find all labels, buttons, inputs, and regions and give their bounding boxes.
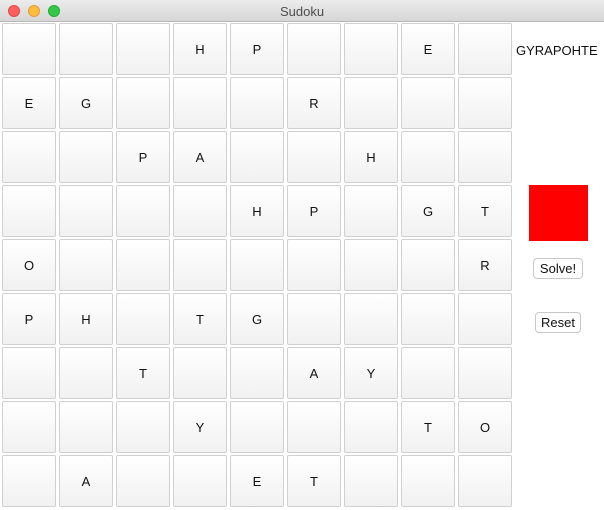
letter-set-label: GYRAPOHTE	[516, 43, 598, 58]
board-cell[interactable]	[458, 131, 512, 183]
board-cell[interactable]	[59, 347, 113, 399]
board-cell[interactable]	[173, 185, 227, 237]
board-cell[interactable]	[458, 23, 512, 75]
board-cell[interactable]	[458, 455, 512, 507]
reset-button[interactable]: Reset	[535, 312, 581, 333]
board-cell[interactable]: T	[287, 455, 341, 507]
board-cell[interactable]	[344, 23, 398, 75]
board-cell[interactable]	[116, 455, 170, 507]
solve-button[interactable]: Solve!	[533, 258, 583, 279]
board-cell[interactable]	[401, 131, 455, 183]
board-cell[interactable]	[287, 401, 341, 453]
board-cell[interactable]	[116, 401, 170, 453]
board-cell[interactable]	[401, 347, 455, 399]
board-cell[interactable]	[458, 77, 512, 129]
board-cell[interactable]: E	[401, 23, 455, 75]
board-cell[interactable]	[2, 347, 56, 399]
board-cell[interactable]	[230, 131, 284, 183]
board-cell[interactable]: H	[230, 185, 284, 237]
board-cell[interactable]	[401, 293, 455, 345]
board-cell[interactable]: H	[59, 293, 113, 345]
board-cell[interactable]	[287, 293, 341, 345]
board-cell[interactable]: A	[59, 455, 113, 507]
board-cell[interactable]	[116, 239, 170, 291]
board-cell[interactable]: P	[287, 185, 341, 237]
window-title: Sudoku	[279, 4, 325, 19]
board-cell[interactable]: P	[230, 23, 284, 75]
board-cell[interactable]	[2, 23, 56, 75]
board-cell[interactable]	[344, 77, 398, 129]
board-cell[interactable]	[230, 239, 284, 291]
title-bar: Sudoku	[0, 0, 604, 22]
board-cell[interactable]	[458, 347, 512, 399]
board-cell[interactable]: H	[344, 131, 398, 183]
board-cell[interactable]: A	[287, 347, 341, 399]
board-cell[interactable]	[173, 347, 227, 399]
board-cell[interactable]: E	[230, 455, 284, 507]
board-cell[interactable]	[59, 185, 113, 237]
board-cell[interactable]	[59, 23, 113, 75]
board-cell[interactable]	[344, 293, 398, 345]
board-cell[interactable]	[173, 455, 227, 507]
board-cell[interactable]	[401, 77, 455, 129]
board-cell[interactable]	[230, 77, 284, 129]
status-indicator	[529, 185, 588, 241]
board-cell[interactable]	[287, 131, 341, 183]
board-cell[interactable]	[59, 401, 113, 453]
board-cell[interactable]	[173, 77, 227, 129]
board-cell[interactable]	[287, 23, 341, 75]
board-cell[interactable]	[116, 23, 170, 75]
board-cell[interactable]	[116, 185, 170, 237]
board-cell[interactable]: O	[458, 401, 512, 453]
board-cell[interactable]: T	[401, 401, 455, 453]
board-cell[interactable]	[2, 401, 56, 453]
board-cell[interactable]: A	[173, 131, 227, 183]
board-cell[interactable]	[344, 401, 398, 453]
board-cell[interactable]	[116, 293, 170, 345]
board-cell[interactable]: G	[401, 185, 455, 237]
board-cell[interactable]: G	[230, 293, 284, 345]
board-cell[interactable]	[344, 239, 398, 291]
board-cell[interactable]: T	[173, 293, 227, 345]
board-cell[interactable]	[401, 239, 455, 291]
board-cell[interactable]: Y	[173, 401, 227, 453]
board-cell[interactable]: E	[2, 77, 56, 129]
board-cell[interactable]	[173, 239, 227, 291]
board-cell[interactable]	[401, 455, 455, 507]
board-cell[interactable]: T	[458, 185, 512, 237]
sudoku-board: HPEEGRPAHHPGTORPHTGTAYYTOAET	[0, 22, 513, 508]
board-cell[interactable]: O	[2, 239, 56, 291]
board-cell[interactable]	[59, 239, 113, 291]
board-cell[interactable]: T	[116, 347, 170, 399]
board-cell[interactable]	[287, 239, 341, 291]
board-cell[interactable]: P	[2, 293, 56, 345]
board-cell[interactable]: Y	[344, 347, 398, 399]
board-cell[interactable]	[344, 455, 398, 507]
board-cell[interactable]: H	[173, 23, 227, 75]
board-cell[interactable]	[2, 131, 56, 183]
board-cell[interactable]	[2, 185, 56, 237]
board-cell[interactable]	[458, 293, 512, 345]
board-cell[interactable]	[230, 401, 284, 453]
board-cell[interactable]	[59, 131, 113, 183]
board-cell[interactable]: G	[59, 77, 113, 129]
board-cell[interactable]: R	[287, 77, 341, 129]
board-cell[interactable]	[116, 77, 170, 129]
board-cell[interactable]	[2, 455, 56, 507]
board-cell[interactable]: R	[458, 239, 512, 291]
board-cell[interactable]	[230, 347, 284, 399]
board-cell[interactable]: P	[116, 131, 170, 183]
board-cell[interactable]	[344, 185, 398, 237]
